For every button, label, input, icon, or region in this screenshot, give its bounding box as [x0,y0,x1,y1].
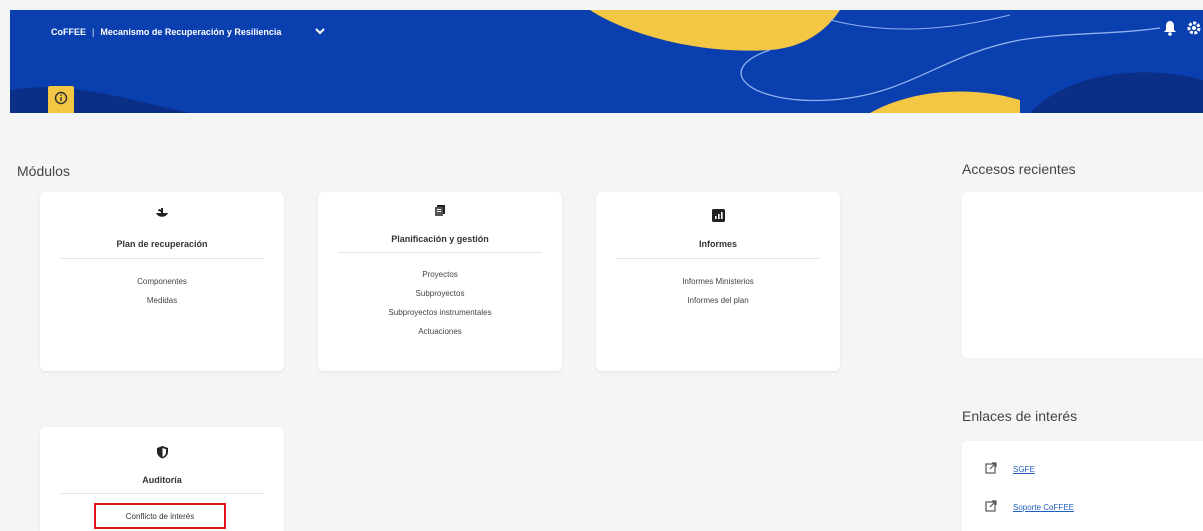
bell-icon[interactable] [1163,20,1177,41]
app-switcher[interactable]: CoFFEE | Mecanismo de Recuperación y Res… [51,26,326,38]
link-actuaciones[interactable]: Actuaciones [318,322,562,341]
links-of-interest-panel [962,441,1203,531]
link-conflicto-de-interes[interactable]: Conflicto de interés [94,503,226,529]
recent-access-panel [962,192,1203,358]
link-subproyectos[interactable]: Subproyectos [318,284,562,303]
module-card-plan-recuperacion: Plan de recuperación Componentes Medidas [40,192,284,371]
info-button[interactable] [48,86,74,113]
header-actions [1163,20,1201,41]
divider [616,258,820,259]
external-link-item[interactable]: SGFE [985,462,1035,476]
card-links: Componentes Medidas [40,272,284,310]
plant-icon [40,206,284,225]
modules-title: Módulos [17,163,70,179]
external-link-item[interactable]: Soporte CoFFEE [985,500,1074,514]
divider [60,493,264,494]
link-proyectos[interactable]: Proyectos [318,265,562,284]
link-subproyectos-instrumentales[interactable]: Subproyectos instrumentales [318,303,562,322]
report-icon [596,209,840,227]
card-links: Informes Ministerios Informes del plan [596,272,840,310]
link-componentes[interactable]: Componentes [40,272,284,291]
separator: | [92,27,95,37]
divider [60,258,264,259]
app-header: CoFFEE | Mecanismo de Recuperación y Res… [10,10,1203,113]
module-name: Mecanismo de Recuperación y Resiliencia [100,27,282,37]
card-title: Plan de recuperación [116,239,208,249]
gear-icon[interactable] [1187,20,1201,41]
documents-icon [318,204,562,223]
chevron-down-icon[interactable] [315,26,326,38]
card-title: Planificación y gestión [391,234,489,244]
app-name: CoFFEE [51,27,86,37]
link-sgfe[interactable]: SGFE [1013,465,1035,474]
module-card-planificacion-gestion: Planificación y gestión Proyectos Subpro… [318,192,562,371]
recent-access-title: Accesos recientes [962,161,1076,177]
links-of-interest-title: Enlaces de interés [962,408,1078,424]
link-informes-del-plan[interactable]: Informes del plan [596,291,840,310]
card-links: Proyectos Subproyectos Subproyectos inst… [318,265,562,341]
card-title: Auditoría [142,475,182,485]
link-informes-ministerios[interactable]: Informes Ministerios [596,272,840,291]
info-icon [54,91,68,110]
external-link-icon [985,462,997,476]
link-medidas[interactable]: Medidas [40,291,284,310]
card-title: Informes [698,239,737,249]
divider [338,252,542,253]
link-soporte-coffee[interactable]: Soporte CoFFEE [1013,503,1074,512]
external-link-icon [985,500,997,514]
module-card-informes: Informes Informes Ministerios Informes d… [596,192,840,371]
shield-icon [40,445,284,464]
